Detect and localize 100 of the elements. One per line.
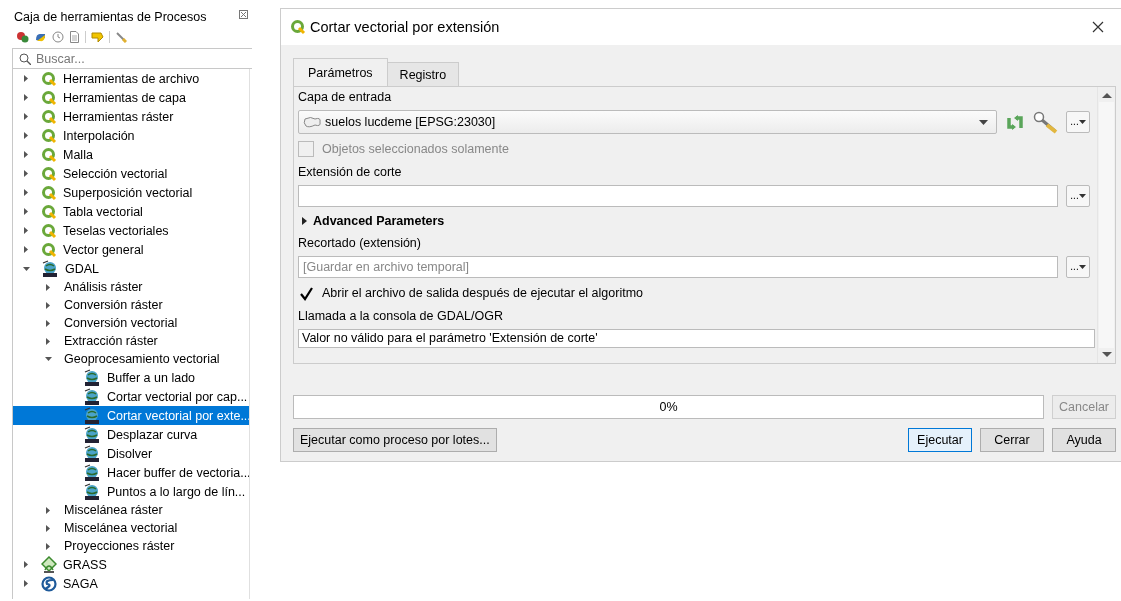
tab[interactable]: Registro xyxy=(386,62,460,86)
close-icon[interactable] xyxy=(1092,21,1104,33)
expand-arrow-icon[interactable] xyxy=(24,113,28,120)
panel-title: Caja de herramientas de Procesos xyxy=(14,10,207,26)
dialog-button[interactable]: Ayuda xyxy=(1052,428,1116,452)
expand-arrow-icon[interactable] xyxy=(24,189,28,196)
expand-arrow-icon[interactable] xyxy=(46,524,50,532)
search-field[interactable]: Buscar... xyxy=(12,48,252,69)
browse-button[interactable]: ... xyxy=(1066,111,1090,133)
tree-item[interactable]: Miscelánea vectorial xyxy=(13,519,249,537)
parameter-label: Extensión de corte xyxy=(298,164,403,181)
collapse-arrow-icon[interactable] xyxy=(44,357,52,361)
qgis-logo-icon xyxy=(41,108,57,125)
dialog-button[interactable]: Cerrar xyxy=(980,428,1044,452)
tab[interactable]: Parámetros xyxy=(293,58,388,86)
checkbox-label: Abrir el archivo de salida después de ejecutar el algoritmo xyxy=(322,286,643,300)
expand-arrow-icon[interactable] xyxy=(24,170,28,177)
expand-arrow-icon[interactable] xyxy=(46,337,50,345)
output-file-field[interactable]: [Guardar en archivo temporal] xyxy=(298,256,1058,278)
expand-arrow-icon[interactable] xyxy=(46,283,50,291)
globe-icon xyxy=(41,259,59,278)
tree-item[interactable]: Superposición vectorial xyxy=(13,183,249,202)
parameter-label: Recortado (extensión) xyxy=(298,235,422,252)
globe-icon xyxy=(83,387,101,406)
section-toggle[interactable]: Advanced Parameters xyxy=(298,211,1093,231)
expand-arrow-icon[interactable] xyxy=(46,506,50,514)
expand-arrow-icon[interactable] xyxy=(24,561,28,568)
globe-icon xyxy=(83,482,101,501)
qgis-logo-icon xyxy=(41,70,57,87)
tree-item[interactable]: Proyecciones ráster xyxy=(13,537,249,555)
caret-icon xyxy=(1078,120,1086,124)
dropdown-arrow-icon xyxy=(979,119,988,125)
tree-item[interactable]: Interpolación xyxy=(13,126,249,145)
expand-arrow-icon[interactable] xyxy=(46,301,50,309)
expand-arrow-icon[interactable] xyxy=(24,94,28,101)
tree-item[interactable]: Cortar vectorial por exte... xyxy=(13,406,249,425)
tree-item[interactable]: Conversión vectorial xyxy=(13,314,249,332)
document-icon[interactable] xyxy=(69,31,80,43)
tree-item[interactable]: Desplazar curva xyxy=(13,425,249,444)
batch-process-button[interactable]: Ejecutar como proceso por lotes... xyxy=(293,428,497,452)
tree-item[interactable]: Malla xyxy=(13,145,249,164)
tree-item[interactable]: Cortar vectorial por cap... xyxy=(13,387,249,406)
tree-item[interactable]: Miscelánea ráster xyxy=(13,501,249,519)
globe-icon xyxy=(83,463,101,482)
expand-arrow-icon[interactable] xyxy=(24,151,28,158)
qgis-logo-icon xyxy=(41,203,57,220)
tree-item[interactable]: Tabla vectorial xyxy=(13,202,249,221)
tree-item[interactable]: Teselas vectoriales xyxy=(13,221,249,240)
tree-item[interactable]: Hacer buffer de vectoria... xyxy=(13,463,249,482)
checkbox[interactable] xyxy=(298,285,314,301)
s-logo-icon xyxy=(41,575,57,592)
tree-item[interactable]: Herramientas de archivo xyxy=(13,69,249,88)
tree-item[interactable]: Herramientas ráster xyxy=(13,107,249,126)
expand-arrow-icon[interactable] xyxy=(24,75,28,82)
expand-arrow-icon[interactable] xyxy=(46,319,50,327)
checkbox-label: Objetos seleccionados solamente xyxy=(322,142,509,156)
expand-arrow-icon[interactable] xyxy=(24,227,28,234)
qgis-logo-icon xyxy=(41,89,57,106)
tree-item[interactable]: Conversión ráster xyxy=(13,296,249,314)
tree-item[interactable]: SAGA xyxy=(13,574,249,593)
globe-icon xyxy=(83,425,101,444)
layer-dropdown[interactable]: suelos lucdeme [EPSG:23030] xyxy=(298,110,997,134)
scrollbar[interactable] xyxy=(1097,87,1115,363)
expand-arrow-icon[interactable] xyxy=(24,208,28,215)
tree-item[interactable]: Disolver xyxy=(13,444,249,463)
qgis-logo-icon xyxy=(41,146,57,163)
tree-item[interactable]: Selección vectorial xyxy=(13,164,249,183)
collapse-arrow-icon[interactable] xyxy=(22,266,30,271)
qgis-logo-icon xyxy=(41,241,57,258)
console-command-field[interactable]: Valor no válido para el parámetro 'Extensión de corte' xyxy=(298,329,1095,348)
expand-arrow-icon[interactable] xyxy=(46,542,50,550)
dialog-button[interactable]: Ejecutar xyxy=(908,428,972,452)
undock-icon[interactable] xyxy=(239,10,248,19)
tag-icon[interactable] xyxy=(91,31,104,43)
browse-button[interactable]: ... xyxy=(1066,256,1090,278)
expand-arrow-icon[interactable] xyxy=(24,246,28,253)
qgis-logo-icon xyxy=(41,127,57,144)
tree-item[interactable]: GDAL xyxy=(13,259,249,278)
extent-field[interactable] xyxy=(298,185,1058,207)
polygon-layer-icon xyxy=(303,116,322,128)
tree-item[interactable]: Geoprocesamiento vectorial xyxy=(13,350,249,368)
tree-item[interactable]: Herramientas de capa xyxy=(13,88,249,107)
qgis-logo-icon xyxy=(41,165,57,182)
tree-item[interactable]: Análisis ráster xyxy=(13,278,249,296)
tree-item[interactable]: Vector general xyxy=(13,240,249,259)
tree-item[interactable]: Puntos a lo largo de lín... xyxy=(13,482,249,501)
tree-item[interactable]: Extracción ráster xyxy=(13,332,249,350)
expand-arrow-icon xyxy=(302,217,307,225)
qgis-logo-icon xyxy=(290,19,306,35)
globe-icon xyxy=(83,406,101,425)
expand-arrow-icon[interactable] xyxy=(24,132,28,139)
qgis-logo-icon xyxy=(41,184,57,201)
browse-button[interactable]: ... xyxy=(1066,185,1090,207)
tree-item[interactable]: Buffer a un lado xyxy=(13,368,249,387)
progress-reading: 0% xyxy=(659,400,678,414)
scroll-down-icon xyxy=(1101,352,1112,357)
expand-arrow-icon[interactable] xyxy=(24,580,28,587)
refresh-icon[interactable] xyxy=(1005,112,1025,132)
qgis-logo-icon xyxy=(41,222,57,239)
tree-item[interactable]: GRASS xyxy=(13,555,249,574)
